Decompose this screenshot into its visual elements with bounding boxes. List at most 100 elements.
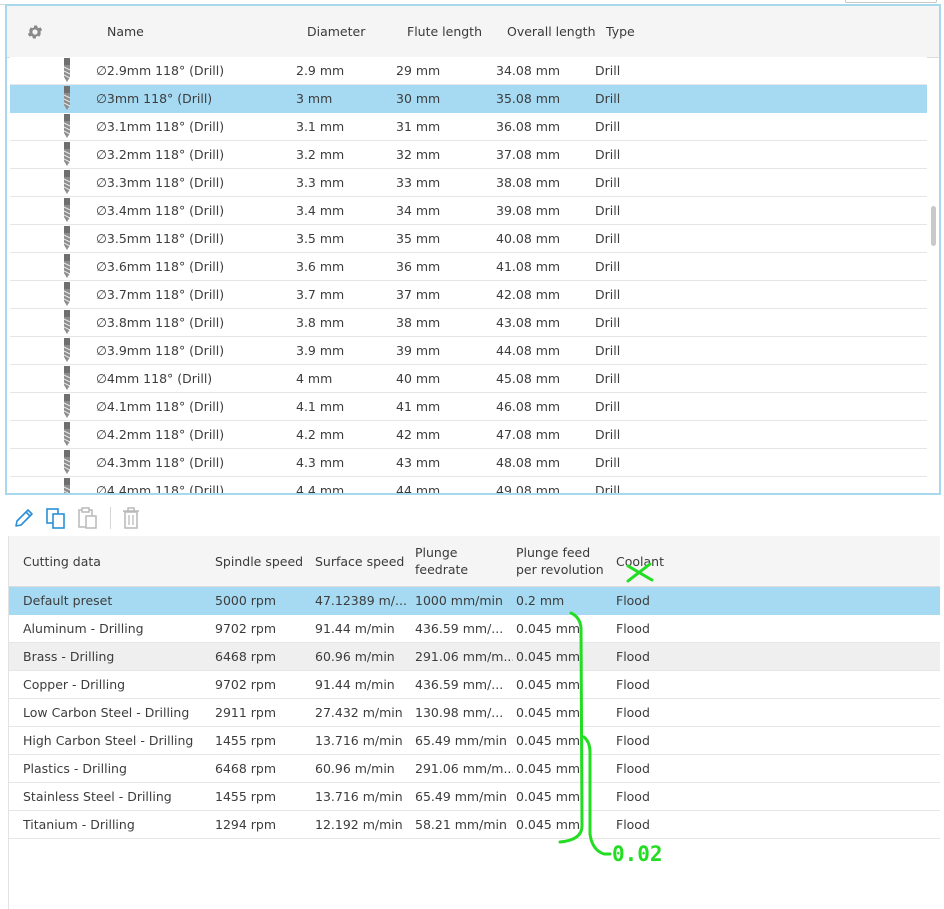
tool-type: Drill — [595, 287, 621, 302]
coolant: Flood — [616, 677, 650, 692]
column-header-label-line2: feedrate — [415, 562, 469, 577]
tools-panel: Name Diameter Flute length Overall lengt… — [5, 4, 941, 495]
drill-icon — [63, 282, 71, 306]
plunge-feed-per-rev: 0.045 mm — [516, 649, 581, 664]
tool-overall-length: 34.08 mm — [496, 63, 561, 78]
tool-overall-length: 46.08 mm — [496, 399, 561, 414]
drill-icon — [63, 338, 71, 362]
tool-row[interactable]: ∅3.3mm 118° (Drill) 3.3 mm 33 mm 38.08 mm Dr… — [10, 169, 927, 197]
column-header-plunge-feedrate[interactable]: Plunge feedrate — [415, 536, 468, 586]
paste-icon[interactable] — [76, 505, 100, 531]
column-header-label: Plunge — [415, 545, 458, 560]
tool-overall-length: 47.08 mm — [496, 427, 561, 442]
preset-name: Low Carbon Steel - Drilling — [23, 705, 190, 720]
tool-row[interactable]: ∅4.1mm 118° (Drill) 4.1 mm 41 mm 46.08 mm Dr… — [10, 393, 927, 421]
drill-icon — [63, 114, 71, 138]
trash-icon[interactable] — [119, 505, 143, 531]
cutting-preset-row[interactable]: Copper - Drilling 9702 rpm 91.44 m/min 436.… — [9, 671, 940, 699]
tool-row[interactable]: ∅3mm 118° (Drill) 3 mm 30 mm 35.08 mm Drill — [10, 85, 927, 113]
cutting-preset-row[interactable]: Stainless Steel - Drilling 1455 rpm 13.716… — [9, 783, 940, 811]
plunge-feed-per-rev: 0.045 mm — [516, 789, 581, 804]
column-header-name[interactable]: Name — [107, 6, 144, 57]
column-header-flute-length[interactable]: Flute length — [407, 6, 482, 57]
column-header-coolant[interactable]: Coolant — [616, 536, 664, 586]
tool-overall-length: 35.08 mm — [496, 91, 561, 106]
spindle-speed: 6468 rpm — [215, 761, 277, 776]
cutting-preset-row[interactable]: Brass - Drilling 6468 rpm 60.96 m/min 291.0… — [9, 643, 940, 671]
tool-overall-length: 45.08 mm — [496, 371, 561, 386]
plunge-feedrate: 65.49 mm/min — [415, 733, 507, 748]
tool-flute-length: 42 mm — [396, 427, 441, 442]
drill-icon — [63, 310, 71, 334]
tool-row[interactable]: ∅3.5mm 118° (Drill) 3.5 mm 35 mm 40.08 mm Dr… — [10, 225, 927, 253]
tool-row[interactable]: ∅4.3mm 118° (Drill) 4.3 mm 43 mm 48.08 mm Dr… — [10, 449, 927, 477]
preset-name: Titanium - Drilling — [23, 817, 135, 832]
plunge-feedrate: 436.59 mm/... — [415, 621, 504, 636]
tool-diameter: 4.2 mm — [296, 427, 345, 442]
plunge-feedrate: 291.06 mm/m... — [415, 761, 513, 776]
plunge-feed-per-rev: 0.2 mm — [516, 593, 565, 608]
tool-name: ∅3.1mm 118° (Drill) — [96, 119, 225, 134]
tool-row[interactable]: ∅4mm 118° (Drill) 4 mm 40 mm 45.08 mm Drill — [10, 365, 927, 393]
copy-icon[interactable] — [44, 505, 68, 531]
column-header-type[interactable]: Type — [606, 6, 635, 57]
column-header-plunge-feed-per-rev[interactable]: Plunge feed per revolution — [516, 536, 604, 586]
column-header-overall-length[interactable]: Overall length — [507, 6, 596, 57]
cutting-preset-row[interactable]: High Carbon Steel - Drilling 1455 rpm 13.7… — [9, 727, 940, 755]
tool-row[interactable]: ∅3.8mm 118° (Drill) 3.8 mm 38 mm 43.08 mm Dr… — [10, 309, 927, 337]
coolant: Flood — [616, 705, 650, 720]
column-header-spindle-speed[interactable]: Spindle speed — [215, 536, 303, 586]
tool-row[interactable]: ∅3.2mm 118° (Drill) 3.2 mm 32 mm 37.08 mm Dr… — [10, 141, 927, 169]
drill-icon — [63, 142, 71, 166]
column-header-cutting-data[interactable]: Cutting data — [23, 536, 101, 586]
tool-row[interactable]: ∅3.7mm 118° (Drill) 3.7 mm 37 mm 42.08 mm Dr… — [10, 281, 927, 309]
cutting-preset-row[interactable]: Default preset 5000 rpm 47.12389 m/... 1000… — [9, 587, 940, 615]
tool-type: Drill — [595, 483, 621, 493]
tool-row[interactable]: ∅3.4mm 118° (Drill) 3.4 mm 34 mm 39.08 mm Dr… — [10, 197, 927, 225]
gear-icon[interactable] — [26, 23, 44, 41]
vertical-scrollbar[interactable] — [931, 206, 936, 246]
plunge-feed-per-rev: 0.045 mm — [516, 621, 581, 636]
plunge-feedrate: 130.98 mm/... — [415, 705, 504, 720]
plunge-feedrate: 291.06 mm/m... — [415, 649, 513, 664]
tool-overall-length: 38.08 mm — [496, 175, 561, 190]
pencil-icon[interactable] — [12, 505, 36, 531]
spindle-speed: 1455 rpm — [215, 789, 277, 804]
spindle-speed: 5000 rpm — [215, 593, 277, 608]
column-header-diameter[interactable]: Diameter — [307, 6, 365, 57]
tool-row[interactable]: ∅3.6mm 118° (Drill) 3.6 mm 36 mm 41.08 mm Dr… — [10, 253, 927, 281]
tool-row[interactable]: ∅4.4mm 118° (Drill) 4.4 mm 44 mm 49.08 mm Dr… — [10, 477, 927, 493]
surface-speed: 91.44 m/min — [315, 621, 395, 636]
plunge-feedrate: 436.59 mm/... — [415, 677, 504, 692]
tool-type: Drill — [595, 259, 621, 274]
top-right-button-edge[interactable] — [845, 0, 937, 3]
tool-row[interactable]: ∅2.9mm 118° (Drill) 2.9 mm 29 mm 34.08 mm Dr… — [10, 57, 927, 85]
tool-flute-length: 44 mm — [396, 483, 441, 493]
cutting-preset-row[interactable]: Titanium - Drilling 1294 rpm 12.192 m/min 5… — [9, 811, 940, 839]
tool-flute-length: 29 mm — [396, 63, 441, 78]
tools-table-header: Name Diameter Flute length Overall lengt… — [7, 6, 939, 58]
tool-diameter: 3.7 mm — [296, 287, 345, 302]
tool-row[interactable]: ∅4.2mm 118° (Drill) 4.2 mm 42 mm 47.08 mm Dr… — [10, 421, 927, 449]
drill-icon — [63, 366, 71, 390]
tool-overall-length: 40.08 mm — [496, 231, 561, 246]
tool-row[interactable]: ∅3.9mm 118° (Drill) 3.9 mm 39 mm 44.08 mm Dr… — [10, 337, 927, 365]
cutting-preset-row[interactable]: Low Carbon Steel - Drilling 2911 rpm 27.43… — [9, 699, 940, 727]
tool-diameter: 3.8 mm — [296, 315, 345, 330]
cutting-preset-row[interactable]: Aluminum - Drilling 9702 rpm 91.44 m/min 43… — [9, 615, 940, 643]
tool-overall-length: 37.08 mm — [496, 147, 561, 162]
tool-diameter: 3.9 mm — [296, 343, 345, 358]
tool-overall-length: 39.08 mm — [496, 203, 561, 218]
tool-type: Drill — [595, 455, 621, 470]
cutting-preset-row[interactable]: Plastics - Drilling 6468 rpm 60.96 m/min 29… — [9, 755, 940, 783]
tool-flute-length: 38 mm — [396, 315, 441, 330]
surface-speed: 13.716 m/min — [315, 733, 403, 748]
tool-diameter: 4.4 mm — [296, 483, 345, 493]
tool-diameter: 3 mm — [296, 91, 333, 106]
plunge-feedrate: 1000 mm/min — [415, 593, 503, 608]
column-header-surface-speed[interactable]: Surface speed — [315, 536, 404, 586]
spindle-speed: 9702 rpm — [215, 621, 277, 636]
tool-row[interactable]: ∅3.1mm 118° (Drill) 3.1 mm 31 mm 36.08 mm Dr… — [10, 113, 927, 141]
tool-type: Drill — [595, 147, 621, 162]
tool-overall-length: 49.08 mm — [496, 483, 561, 493]
